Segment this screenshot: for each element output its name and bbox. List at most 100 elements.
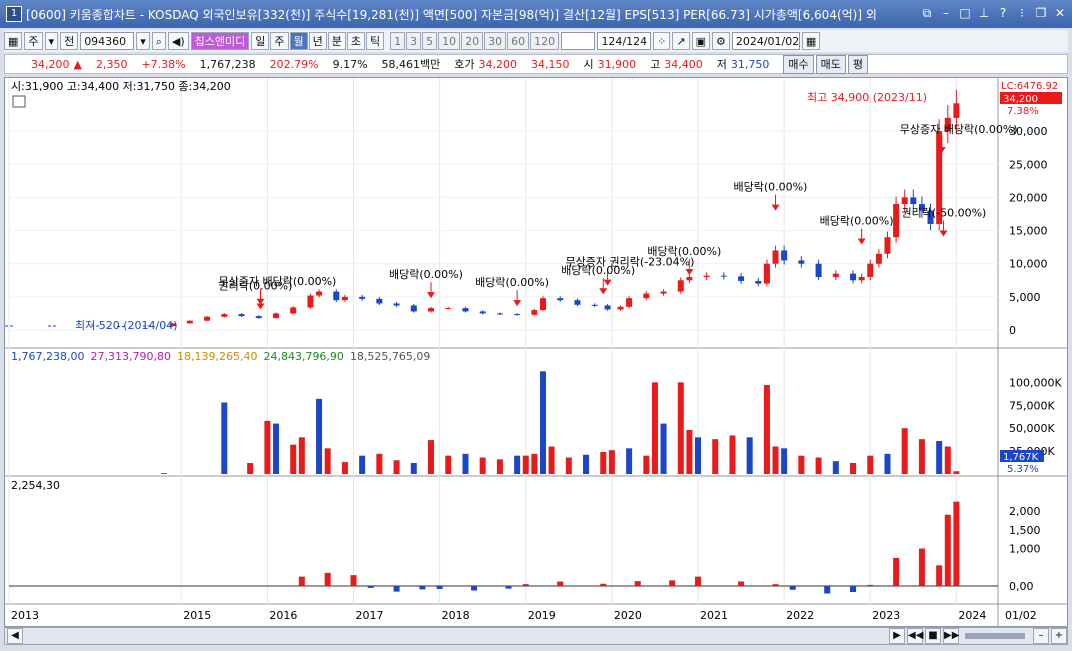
volume-bar xyxy=(462,453,469,474)
stop-button[interactable]: ■ xyxy=(925,628,941,644)
count-input[interactable]: 124/124 xyxy=(597,32,652,50)
menu-icon[interactable]: ⁝ xyxy=(1014,5,1030,21)
maximize-button[interactable]: □ xyxy=(957,5,973,21)
candle-body xyxy=(703,275,710,277)
interval-button-3[interactable]: 3 xyxy=(406,32,422,50)
volume-bar xyxy=(376,453,383,474)
chart-svg[interactable]: 시:31,900 고:34,400 저:31,750 종:34,200 권리락(… xyxy=(5,78,1067,626)
candle-body xyxy=(186,320,193,324)
volume-bar xyxy=(514,455,521,474)
high-price: 34,400 xyxy=(664,57,703,71)
volume-bar xyxy=(626,448,633,474)
candle-body xyxy=(798,260,805,264)
price-tick-label: 15,000 xyxy=(1009,225,1048,238)
chevron-down-icon[interactable]: ▾ xyxy=(136,32,150,50)
osc-bar xyxy=(324,572,331,586)
help-icon[interactable]: ? xyxy=(995,5,1011,21)
calendar-icon[interactable]: ▦ xyxy=(801,32,821,50)
candle-body xyxy=(496,313,503,315)
volume-legend-item: 24,843,796,90 xyxy=(263,350,343,363)
interval-button-20[interactable]: 20 xyxy=(461,32,484,50)
event-label: 배당락(0.00%) xyxy=(734,181,808,194)
gear-icon[interactable]: ⚙ xyxy=(711,32,730,50)
x-axis-label: 2021 xyxy=(700,609,728,622)
event-arrow-icon xyxy=(685,268,694,275)
x-axis-label: 2013 xyxy=(11,609,39,622)
link-icon[interactable]: ⧉ xyxy=(919,5,935,21)
interval-button-1[interactable]: 1 xyxy=(390,32,406,50)
chart-tool-icon[interactable]: ↗ xyxy=(672,32,690,50)
adjust-toggle[interactable]: 전 xyxy=(60,32,79,50)
x-axis-label: 2024 xyxy=(958,609,986,622)
event-label: 무상증자 배당락(0.00%) xyxy=(900,123,1018,136)
up-arrow-icon: ▲ xyxy=(73,57,82,71)
candle-body xyxy=(815,263,822,277)
sell-button[interactable]: 매도 xyxy=(815,54,846,74)
forward-button[interactable]: ▶▶ xyxy=(943,628,959,644)
buy-button[interactable]: 매수 xyxy=(783,54,814,74)
eval-button[interactable]: 평 xyxy=(847,54,869,74)
stock-name-label[interactable]: 칩스앤미디 xyxy=(190,32,250,50)
interval-button-120[interactable]: 120 xyxy=(530,32,560,50)
osc-bar xyxy=(893,557,900,586)
osc-bar xyxy=(393,586,400,592)
period-button-년[interactable]: 년 xyxy=(308,32,327,50)
period-button-일[interactable]: 일 xyxy=(251,32,270,50)
zoom-in-icon[interactable]: + xyxy=(1051,628,1067,644)
volume-value: 1,767,238 xyxy=(199,57,256,71)
sound-icon[interactable]: ◀) xyxy=(167,32,189,50)
chevron-down-icon[interactable]: ▾ xyxy=(44,32,59,50)
osc-bar xyxy=(738,581,745,586)
volume-bar xyxy=(901,428,908,474)
x-axis-label: 2018 xyxy=(442,609,470,622)
scroll-right-button[interactable]: ▶ xyxy=(889,628,905,644)
volume-tick-label: 100,000K xyxy=(1009,376,1062,389)
search-icon[interactable]: ⌕ xyxy=(151,32,166,50)
scroll-left-button[interactable]: ◀ xyxy=(7,628,23,644)
save-icon[interactable]: ▣ xyxy=(691,32,710,50)
price-change: 2,350 xyxy=(95,57,128,71)
date-input[interactable]: 2024/01/02 xyxy=(731,32,800,50)
price-tick-label: 5,000 xyxy=(1009,291,1041,304)
zoom-slider[interactable] xyxy=(965,633,1025,639)
restore-button[interactable]: ❐ xyxy=(1033,5,1049,21)
candle-body xyxy=(626,298,633,307)
minimize-button[interactable]: – xyxy=(938,5,954,21)
close-button[interactable]: ✕ xyxy=(1052,5,1068,21)
period-button-월[interactable]: 월 xyxy=(289,32,308,50)
osc-bar xyxy=(936,565,943,586)
candle-body xyxy=(333,291,340,301)
price-series xyxy=(5,89,960,328)
candle-body xyxy=(255,316,262,319)
volume-pct-label: 5.37% xyxy=(1007,464,1039,475)
period-button-주[interactable]: 주 xyxy=(270,32,289,50)
volume-bar xyxy=(600,452,607,474)
candle-body xyxy=(677,280,684,292)
pin-icon[interactable]: ⊥ xyxy=(976,5,992,21)
interval-button-5[interactable]: 5 xyxy=(422,32,438,50)
candle-body xyxy=(479,311,486,314)
interval-custom-input[interactable] xyxy=(561,32,596,50)
low-price: 31,750 xyxy=(730,57,770,71)
candle-body xyxy=(316,291,323,296)
change-percent: +7.38% xyxy=(141,57,186,71)
low-note: 최저 520 (2014/04) xyxy=(75,319,178,332)
period-button-초[interactable]: 초 xyxy=(346,32,366,50)
candle-body xyxy=(686,276,693,281)
current-price-tag-text: 34,200 xyxy=(1003,94,1038,105)
graph-icon[interactable]: ⁘ xyxy=(653,32,671,50)
osc-bar xyxy=(824,586,831,594)
rewind-button[interactable]: ◀◀ xyxy=(907,628,923,644)
table-icon[interactable] xyxy=(12,95,26,108)
zoom-out-icon[interactable]: – xyxy=(1033,628,1049,644)
period-select[interactable]: 주 xyxy=(24,32,43,50)
layout-icon[interactable]: ▦ xyxy=(4,32,23,50)
period-button-분[interactable]: 분 xyxy=(327,32,346,50)
interval-button-60[interactable]: 60 xyxy=(507,32,530,50)
interval-button-10[interactable]: 10 xyxy=(438,32,461,50)
stock-code-input[interactable]: 094360 xyxy=(80,32,135,50)
chart-scrollbar[interactable]: ◀ ▶ ◀◀ ■ ▶▶ – + xyxy=(4,627,1068,645)
period-button-틱[interactable]: 틱 xyxy=(366,32,385,50)
interval-button-30[interactable]: 30 xyxy=(484,32,507,50)
chart-area[interactable]: 시:31,900 고:34,400 저:31,750 종:34,200 권리락(… xyxy=(4,77,1068,627)
